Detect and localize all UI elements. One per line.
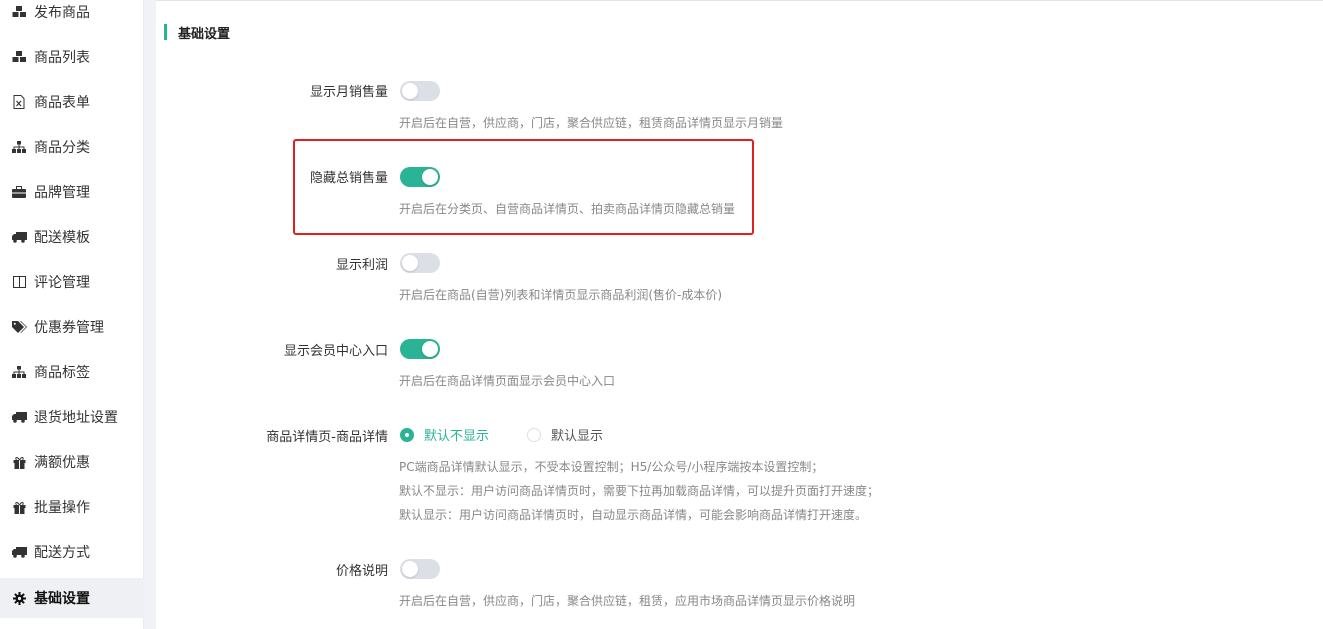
monthly-sales-label: 显示月销售量 (309, 85, 388, 100)
radio-dot (527, 427, 541, 442)
sidebar-item-label: 满额优惠 (34, 455, 90, 471)
briefcase-icon (11, 184, 27, 200)
gear-icon (11, 590, 27, 606)
price-note-label: 价格说明 (335, 564, 388, 579)
sidebar-item-goods-form[interactable]: 商品表单 (0, 82, 144, 122)
detail-display-desc-line-2: 默认不显示：用户访问商品详情页时，需要下拉再加载商品详情，可以提升页面打开速度； (399, 484, 880, 498)
sidebar-item-goods-category[interactable]: 商品分类 (0, 127, 144, 167)
sidebar-item-comments[interactable]: 评论管理 (0, 262, 144, 302)
sidebar-item-label: 退货地址设置 (34, 410, 118, 426)
sidebar-item-label: 批量操作 (34, 500, 90, 516)
sidebar-item-label: 配送方式 (34, 545, 90, 561)
price-note-switch[interactable] (400, 559, 440, 579)
sidebar-item-publish-goods[interactable]: 发布商品 (0, 0, 144, 32)
monthly-sales-switch[interactable] (400, 81, 440, 101)
sidebar: 发布商品 商品列表 商品表单 商品分类 品牌管理 配送模板 评论管理 优惠券管理… (0, 0, 144, 629)
sidebar-item-coupons[interactable]: 优惠券管理 (0, 307, 144, 347)
radio-dot (400, 427, 414, 442)
truck-icon (11, 409, 27, 425)
section-title: 基础设置 (164, 23, 231, 42)
sidebar-item-label: 优惠券管理 (34, 320, 104, 336)
section-title-text: 基础设置 (178, 26, 231, 42)
sitemap-icon (11, 364, 27, 380)
member-center-label: 显示会员中心入口 (283, 344, 388, 359)
gift-icon (11, 499, 27, 515)
sidebar-item-basic-settings[interactable]: 基础设置 (0, 578, 144, 618)
excel-file-icon (11, 94, 27, 110)
columns-icon (11, 274, 27, 290)
hide-total-sales-desc: 开启后在分类页、自营商品详情页、拍卖商品详情页隐藏总销量 (399, 202, 736, 216)
gift-icon (11, 454, 27, 470)
detail-display-desc-line-1: PC端商品详情默认显示，不受本设置控制；H5/公众号/小程序端按本设置控制； (399, 460, 824, 474)
sidebar-item-delivery-method[interactable]: 配送方式 (0, 532, 144, 572)
switch-knob (402, 255, 418, 271)
tags-icon (11, 319, 27, 335)
monthly-sales-desc: 开启后在自营，供应商，门店，聚合供应链，租赁商品详情页显示月销量 (399, 116, 784, 130)
sidebar-item-return-address[interactable]: 退货地址设置 (0, 397, 144, 437)
sidebar-item-batch-ops[interactable]: 批量操作 (0, 487, 144, 527)
switch-knob (402, 561, 418, 577)
detail-display-desc-line-3: 默认显示：用户访问商品详情页时，自动显示商品详情，可能会影响商品详情打开速度。 (399, 508, 868, 522)
section-title-accent-bar (164, 24, 167, 40)
sidebar-item-goods-tags[interactable]: 商品标签 (0, 352, 144, 392)
show-profit-switch[interactable] (400, 253, 440, 273)
detail-display-label: 商品详情页-商品详情 (266, 430, 388, 445)
sidebar-item-label: 商品分类 (34, 140, 90, 156)
sidebar-item-label: 发布商品 (34, 5, 90, 21)
switch-knob (422, 341, 438, 357)
radio-label: 默认不显示 (424, 429, 490, 444)
hide-total-sales-switch[interactable] (400, 167, 440, 187)
member-center-desc: 开启后在商品详情页面显示会员中心入口 (399, 374, 616, 388)
radio-default-shown[interactable]: 默认显示 (527, 425, 603, 444)
app-window: 发布商品 商品列表 商品表单 商品分类 品牌管理 配送模板 评论管理 优惠券管理… (0, 0, 1323, 629)
radio-label: 默认显示 (551, 429, 604, 444)
cubes-icon (11, 49, 27, 65)
truck-icon (11, 544, 27, 560)
switch-knob (422, 169, 438, 185)
sidebar-item-label: 商品列表 (34, 50, 90, 66)
sidebar-item-brand[interactable]: 品牌管理 (0, 172, 144, 212)
sidebar-item-goods-list[interactable]: 商品列表 (0, 37, 144, 77)
member-center-switch[interactable] (400, 339, 440, 359)
sidebar-item-label: 商品标签 (34, 365, 90, 381)
sidebar-item-label: 品牌管理 (34, 185, 90, 201)
sidebar-item-full-discount[interactable]: 满额优惠 (0, 442, 144, 482)
radio-default-hidden[interactable]: 默认不显示 (400, 425, 489, 444)
hide-total-sales-label: 隐藏总销售量 (309, 171, 388, 186)
sidebar-item-label: 配送模板 (34, 230, 90, 246)
sitemap-icon (11, 139, 27, 155)
cubes-icon (11, 4, 27, 20)
sidebar-item-shipping-template[interactable]: 配送模板 (0, 217, 144, 257)
sidebar-item-label: 评论管理 (34, 275, 90, 291)
truck-icon (11, 229, 27, 245)
show-profit-label: 显示利润 (335, 258, 388, 273)
show-profit-desc: 开启后在商品(自营)列表和详情页显示商品利润(售价-成本价) (399, 288, 723, 302)
price-note-desc: 开启后在自营，供应商，门店，聚合供应链，租赁，应用市场商品详情页显示价格说明 (399, 594, 856, 608)
highlight-annotation-box (293, 139, 754, 235)
sidebar-item-label: 基础设置 (34, 591, 90, 607)
sidebar-item-label: 商品表单 (34, 95, 90, 111)
switch-knob (402, 83, 418, 99)
main-panel: 基础设置 显示月销售量 开启后在自营，供应商，门店，聚合供应链，租赁商品详情页显… (156, 0, 1323, 629)
